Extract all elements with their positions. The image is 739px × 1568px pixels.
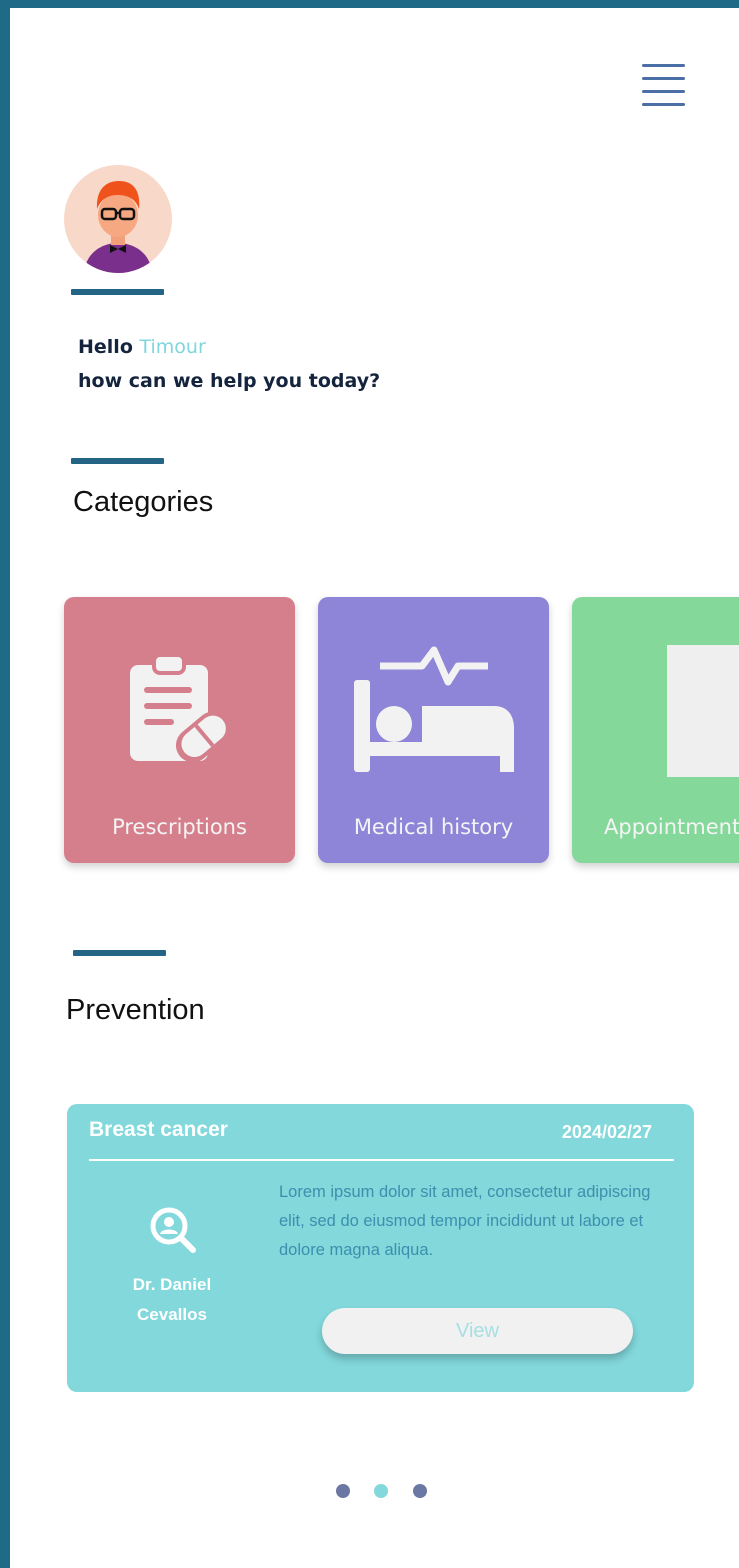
greeting-line: Hello Timour xyxy=(78,330,380,364)
pagination-dot[interactable] xyxy=(413,1484,427,1498)
category-card-prescriptions[interactable]: Prescriptions xyxy=(64,597,295,863)
menu-bar xyxy=(642,77,685,80)
greeting-subtitle: how can we help you today? xyxy=(78,370,381,392)
avatar-illustration xyxy=(84,181,152,273)
category-card-appointments[interactable]: Appointments xyxy=(572,597,739,863)
menu-bar xyxy=(642,90,685,93)
greeting-block: Hello Timour how can we help you today? xyxy=(78,330,380,398)
user-avatar[interactable] xyxy=(64,165,172,273)
category-label: Prescriptions xyxy=(112,815,247,839)
view-button[interactable]: View xyxy=(322,1308,633,1354)
calendar-placeholder-icon xyxy=(572,641,739,781)
prevention-card-date: 2024/02/27 xyxy=(561,1122,652,1142)
pagination-dot-active[interactable] xyxy=(374,1484,388,1498)
search-person-icon xyxy=(147,1204,199,1256)
hamburger-menu-button[interactable] xyxy=(642,64,686,108)
user-name: Timour xyxy=(139,336,206,358)
prevention-card[interactable]: Breast cancer 2024/02/27 Dr. Daniel Ceva… xyxy=(67,1104,694,1392)
prescription-clipboard-icon xyxy=(64,641,295,781)
category-label: Medical history xyxy=(353,815,514,839)
prevention-divider xyxy=(73,950,166,956)
categories-title: Categories xyxy=(73,486,214,518)
pagination-dot[interactable] xyxy=(336,1484,350,1498)
prevention-title: Prevention xyxy=(66,994,205,1026)
greeting-prefix: Hello xyxy=(78,336,133,358)
avatar-divider xyxy=(71,289,164,295)
doctor-name: Dr. Daniel Cevallos xyxy=(132,1275,212,1324)
prevention-card-title: Breast cancer xyxy=(89,1118,228,1141)
prevention-card-divider xyxy=(89,1159,674,1161)
prevention-card-description: Lorem ipsum dolor sit amet, consectetur … xyxy=(279,1183,651,1259)
menu-bar xyxy=(642,64,685,67)
categories-divider xyxy=(71,458,164,464)
app-screen: Hello Timour how can we help you today? … xyxy=(10,8,739,1568)
category-label: Appointments xyxy=(604,815,739,839)
menu-bar xyxy=(642,103,685,106)
hospital-bed-icon xyxy=(318,641,549,781)
category-card-medical-history[interactable]: Medical history xyxy=(318,597,549,863)
